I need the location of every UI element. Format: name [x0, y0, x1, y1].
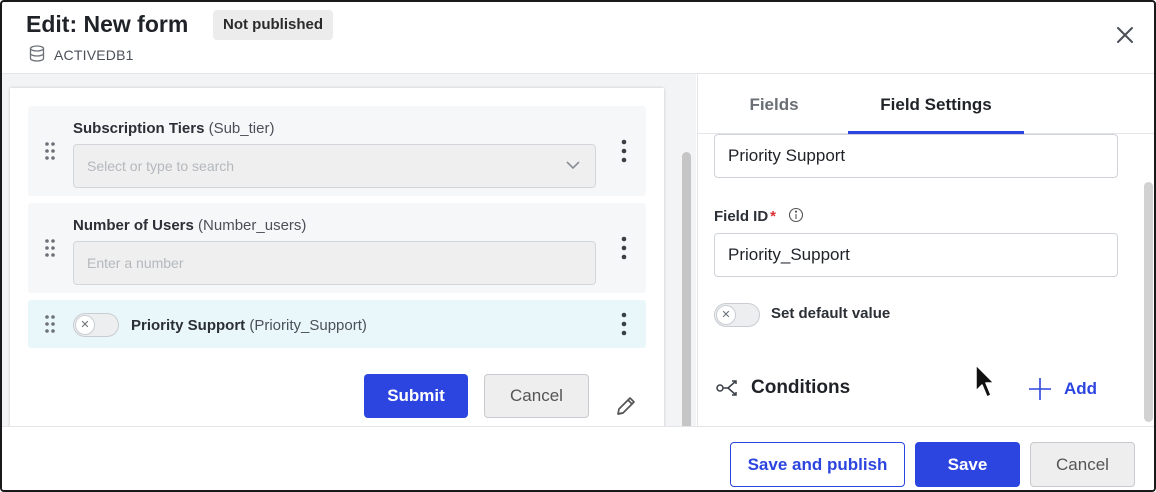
close-icon[interactable] [1114, 24, 1136, 46]
more-vertical-icon[interactable] [616, 311, 632, 337]
tab-fields[interactable]: Fields [726, 74, 822, 134]
toggle-knob: ✕ [716, 305, 736, 325]
field-label-text: Number of Users [73, 217, 194, 234]
plus-icon [1029, 378, 1051, 400]
field-label-input[interactable] [714, 134, 1118, 178]
field-settings-pane: Fields Field Settings Field ID* ✕ Set de… [697, 74, 1154, 426]
tab-field-settings[interactable]: Field Settings [848, 74, 1024, 135]
form-preview-card: Subscription Tiers (Sub_tier) Select or … [10, 88, 664, 426]
conditions-icon [716, 380, 737, 396]
drag-handle-icon[interactable] [44, 314, 56, 334]
default-value-toggle[interactable]: ✕ [714, 303, 760, 327]
field-id-text: (Sub_tier) [208, 120, 275, 137]
field-label: Subscription Tiers (Sub_tier) [73, 120, 274, 137]
dialog-footer: Save and publish Save Cancel [2, 426, 1154, 490]
field-row-priority-support[interactable]: ✕ Priority Support (Priority_Support) [28, 300, 646, 348]
right-scrollbar[interactable] [1144, 182, 1153, 422]
dialog-header: Edit: New form Not published ACTIVEDB1 [2, 2, 1154, 74]
select-placeholder: Select or type to search [87, 158, 235, 174]
left-scrollbar[interactable] [682, 152, 691, 426]
save-and-publish-button[interactable]: Save and publish [730, 442, 905, 487]
field-row-number-of-users[interactable]: Number of Users (Number_users) Enter a n… [28, 203, 646, 293]
add-label: Add [1064, 379, 1098, 398]
number-of-users-input[interactable]: Enter a number [73, 241, 596, 285]
field-label: Number of Users (Number_users) [73, 217, 306, 234]
default-value-label: Set default value [771, 305, 891, 322]
field-id-label-text: Field ID [714, 208, 769, 225]
mouse-cursor-icon [975, 364, 995, 398]
priority-support-toggle[interactable]: ✕ [73, 313, 119, 337]
pencil-icon[interactable] [614, 394, 638, 418]
field-label: Priority Support (Priority_Support) [131, 317, 367, 334]
field-id-text: (Priority_Support) [249, 317, 367, 334]
more-vertical-icon[interactable] [616, 138, 632, 164]
field-label-text: Subscription Tiers [73, 120, 205, 137]
info-icon[interactable] [788, 207, 804, 223]
edit-form-dialog: Edit: New form Not published ACTIVEDB1 S… [0, 0, 1156, 492]
drag-handle-icon[interactable] [44, 141, 56, 161]
drag-handle-icon[interactable] [44, 238, 56, 258]
database-name: ACTIVEDB1 [54, 47, 134, 63]
submit-button[interactable]: Submit [364, 374, 468, 418]
field-row-subscription-tiers[interactable]: Subscription Tiers (Sub_tier) Select or … [28, 106, 646, 196]
field-label-text: Priority Support [131, 317, 246, 334]
more-vertical-icon[interactable] [616, 235, 632, 261]
conditions-title: Conditions [751, 377, 851, 398]
status-badge: Not published [213, 10, 333, 40]
chevron-down-icon [566, 161, 580, 170]
save-button[interactable]: Save [915, 442, 1020, 487]
page-title: Edit: New form [26, 11, 189, 37]
form-cancel-button[interactable]: Cancel [484, 374, 589, 418]
settings-tabs: Fields Field Settings [698, 74, 1154, 135]
field-id-input[interactable] [714, 233, 1118, 277]
cancel-button[interactable]: Cancel [1030, 442, 1135, 487]
database-icon [29, 45, 45, 62]
input-placeholder: Enter a number [87, 255, 184, 271]
field-id-label: Field ID * [714, 208, 776, 225]
subscription-tiers-select[interactable]: Select or type to search [73, 144, 596, 188]
toggle-knob: ✕ [75, 315, 95, 335]
field-id-text: (Number_users) [198, 217, 307, 234]
required-marker: * [770, 208, 777, 225]
form-preview-pane: Subscription Tiers (Sub_tier) Select or … [2, 74, 696, 426]
